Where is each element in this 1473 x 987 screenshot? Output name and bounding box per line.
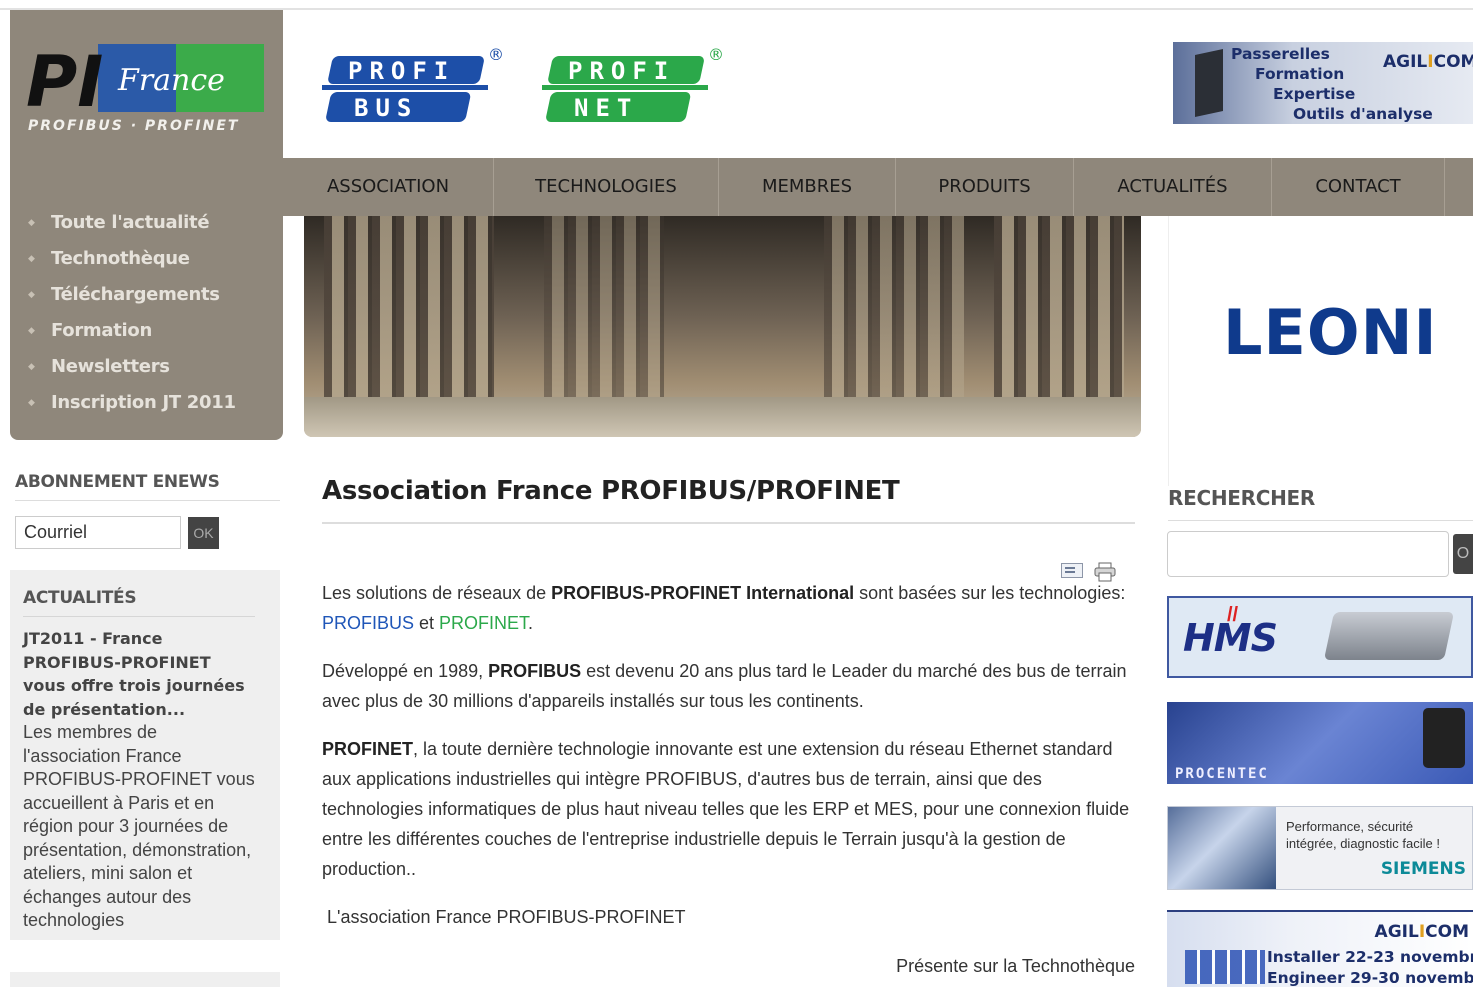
search-title: RECHERCHER	[1168, 486, 1473, 521]
siemens-ad-line1: Performance, sécurité	[1286, 819, 1414, 834]
nav-contact[interactable]: CONTACT	[1272, 158, 1445, 216]
left-nav-item-newsletters[interactable]: ◆ Newsletters	[28, 354, 236, 390]
email-input[interactable]: Courriel	[15, 516, 181, 549]
siemens-ad[interactable]: Performance, sécurité intégrée, diagnost…	[1167, 806, 1473, 890]
profinet-logo-bottom: NET	[574, 94, 638, 122]
news-title: ACTUALITÉS	[23, 588, 255, 617]
left-nav-item-inscription[interactable]: ◆ Inscription JT 2011	[28, 390, 236, 426]
profibus-logo[interactable]: PROFI BUS ®	[322, 42, 508, 128]
search-input[interactable]	[1167, 531, 1449, 577]
agilicom-brand: AGILICOM	[1383, 52, 1473, 72]
leoni-logo: LEONI	[1223, 296, 1438, 369]
agilicom-installer-line: Installer 22-23 novembr	[1267, 948, 1473, 966]
nav-actualites[interactable]: ACTUALITÉS	[1074, 158, 1272, 216]
pi-logo-country: France	[117, 63, 225, 98]
profinet-logo-top: PROFI	[568, 57, 675, 85]
news-body: Les membres de l'association France PROF…	[23, 722, 255, 930]
left-nav-item-telechargements[interactable]: ◆ Téléchargements	[28, 282, 236, 318]
article-paragraph-3: PROFINET, la toute dernière technologie …	[322, 739, 1130, 879]
profibus-logo-top: PROFI	[348, 57, 455, 85]
warehouse-banner-image	[304, 216, 1141, 437]
procentec-device-image	[1423, 708, 1465, 768]
nav-technologies[interactable]: TECHNOLOGIES	[494, 158, 719, 216]
bullet-icon: ◆	[28, 362, 35, 372]
agilicom-brand: AGILICOM	[1374, 922, 1469, 942]
page-title: Association France PROFIBUS/PROFINET	[322, 476, 1135, 524]
registered-mark: ®	[708, 45, 724, 64]
procentec-ad[interactable]: PROCENTEC	[1167, 702, 1473, 784]
article-paragraph-1: Les solutions de réseaux de PROFIBUS-PRO…	[322, 583, 1126, 633]
left-nav-item-actualite[interactable]: ◆ Toute l'actualité	[28, 210, 236, 246]
nav-produits[interactable]: PRODUITS	[896, 158, 1074, 216]
article-paragraph-4: L'association France PROFIBUS-PROFINET	[327, 907, 686, 927]
pi-logo-tagline: PROFIBUS · PROFINET	[28, 118, 239, 134]
control-room-photo	[1168, 807, 1276, 889]
article-technotheque-line: Présente sur la Technothèque	[896, 956, 1135, 976]
registered-mark: ®	[488, 45, 504, 64]
search-button[interactable]: O	[1453, 534, 1473, 574]
siemens-logo: SIEMENS	[1380, 859, 1466, 879]
gateway-device-image	[1195, 49, 1223, 117]
profinet-logo[interactable]: PROFI NET ®	[542, 42, 730, 128]
nav-association[interactable]: ASSOCIATION	[283, 158, 494, 216]
bullet-icon: ◆	[28, 398, 35, 408]
bullet-icon: ◆	[28, 218, 35, 228]
enews-ok-button[interactable]: OK	[188, 517, 219, 549]
hms-device-image	[1323, 612, 1455, 660]
left-nav-item-formation[interactable]: ◆ Formation	[28, 318, 236, 354]
agilicom-training-ad[interactable]: AGILICOM Installer 22-23 novembr Enginee…	[1167, 910, 1473, 987]
left-nav-item-technotheque[interactable]: ◆ Technothèque	[28, 246, 236, 282]
pi-logo-text: PI	[26, 41, 103, 123]
enews-title: ABONNEMENT ENEWS	[15, 472, 280, 501]
leoni-ad[interactable]: LEONI	[1168, 216, 1473, 486]
profibus-logo-bottom: BUS	[354, 94, 418, 122]
news-headline-link[interactable]: JT2011 - France PROFIBUS-PROFINET vous o…	[23, 627, 255, 721]
agilicom-engineer-line: Engineer 29-30 novembr	[1267, 969, 1473, 987]
profinet-link[interactable]: PROFINET	[439, 613, 528, 633]
bullet-icon: ◆	[28, 254, 35, 264]
bullet-icon: ◆	[28, 290, 35, 300]
hms-ad[interactable]: // HMS	[1167, 596, 1473, 678]
news-panel: ACTUALITÉS JT2011 - France PROFIBUS-PROF…	[10, 570, 280, 940]
procentec-logo: PROCENTEC	[1175, 766, 1269, 782]
pi-france-logo[interactable]: PI France PROFIBUS · PROFINET	[26, 40, 270, 136]
hms-logo: HMS	[1183, 616, 1278, 660]
main-navigation: ASSOCIATION TECHNOLOGIES MEMBRES PRODUIT…	[283, 158, 1473, 216]
siemens-ad-line2: intégrée, diagnostic facile !	[1286, 836, 1440, 851]
left-bottom-panel	[10, 972, 280, 987]
profibus-link[interactable]: PROFIBUS	[322, 613, 414, 633]
profibus-mini-logo	[1185, 950, 1265, 984]
agilicom-ad[interactable]: Passerelles Formation Expertise Outils d…	[1173, 42, 1473, 124]
bullet-icon: ◆	[28, 326, 35, 336]
nav-membres[interactable]: MEMBRES	[719, 158, 896, 216]
left-navigation: ◆ Toute l'actualité ◆ Technothèque ◆ Téléch…	[10, 158, 283, 440]
email-icon[interactable]	[1061, 563, 1083, 578]
article-paragraph-2: Développé en 1989, PROFIBUS est devenu 2…	[322, 661, 1127, 711]
